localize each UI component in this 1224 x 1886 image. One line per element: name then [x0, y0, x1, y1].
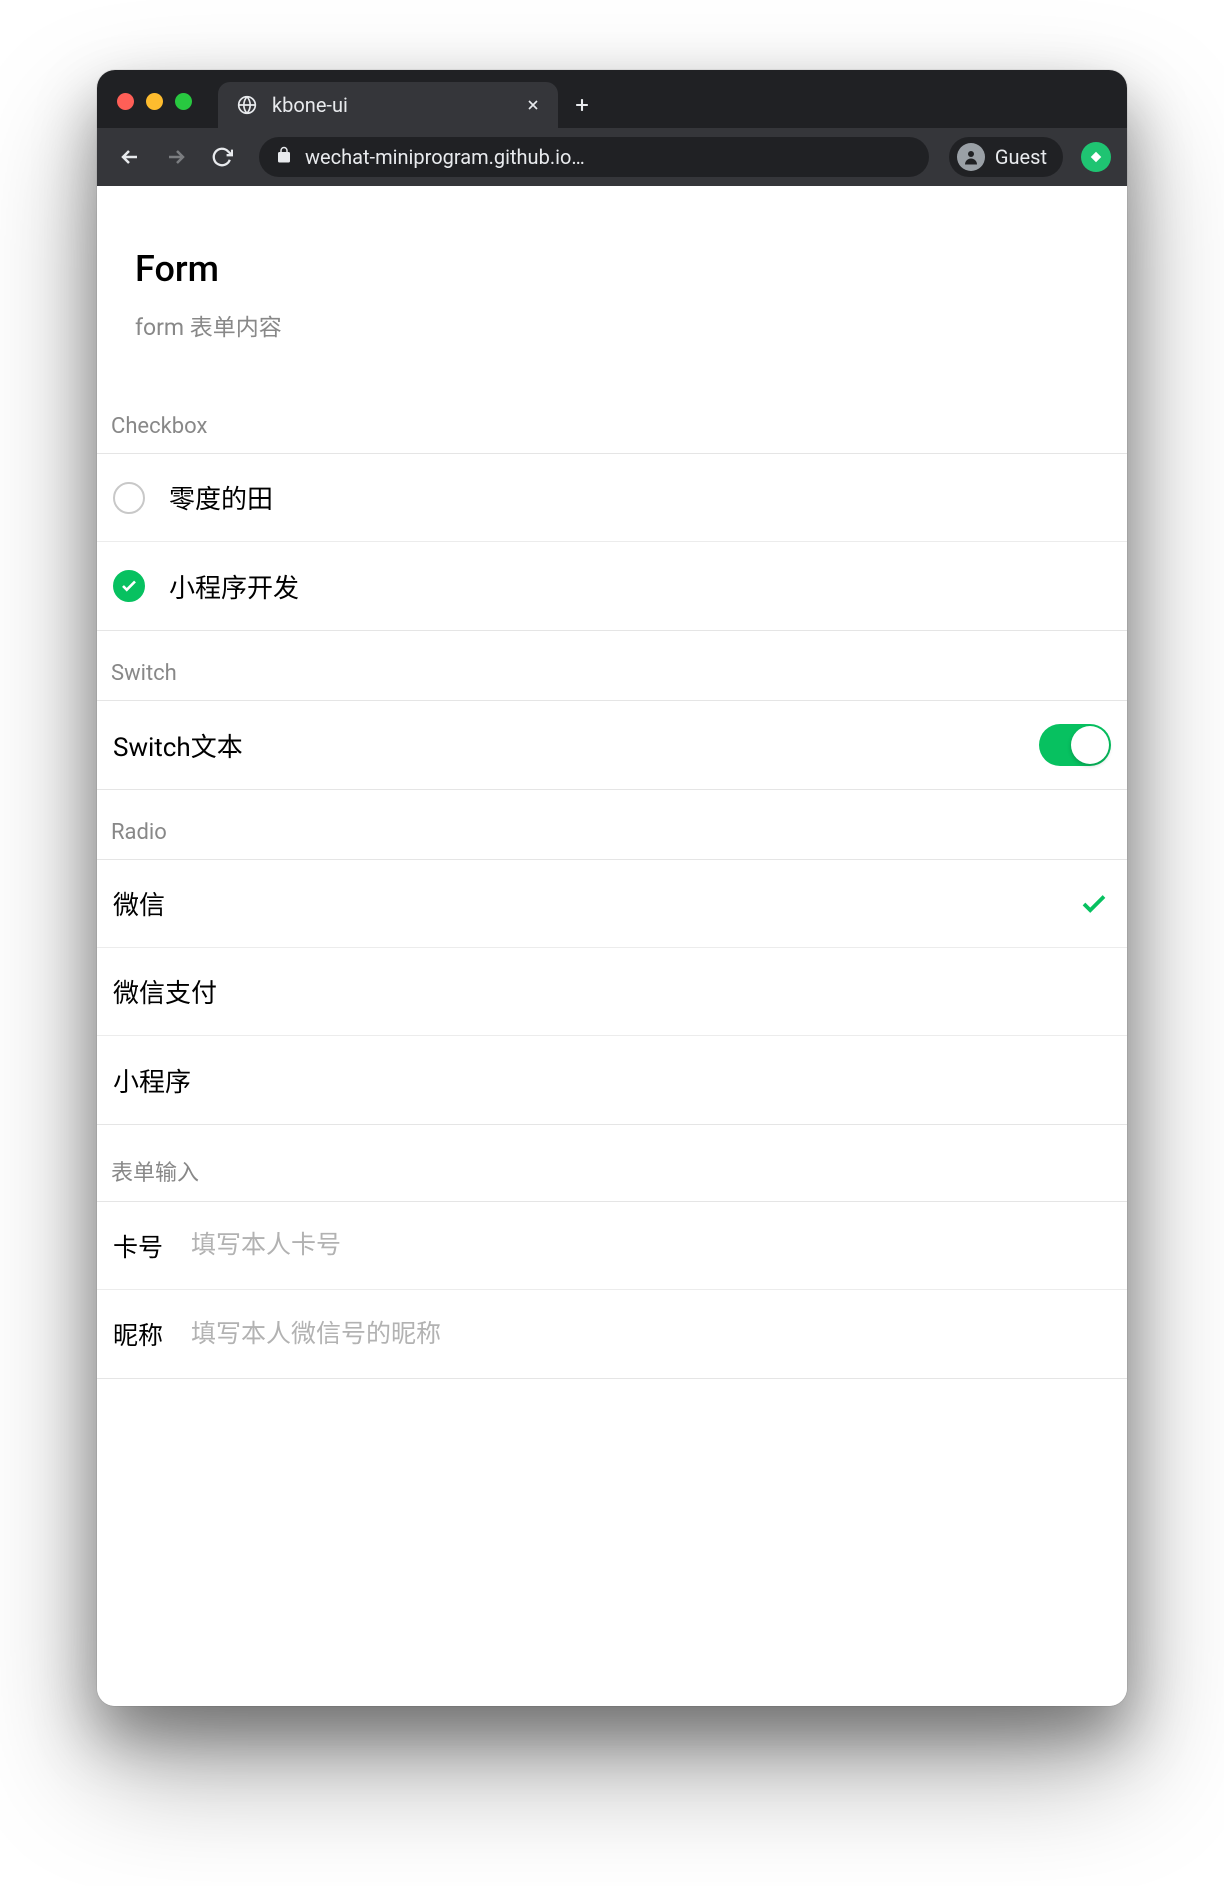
section-title-switch: Switch [97, 661, 1127, 700]
input-label: 昵称 [113, 1316, 191, 1352]
window-controls [97, 93, 192, 128]
page-title: Form [135, 248, 1089, 290]
checkbox-label: 小程序开发 [169, 568, 1111, 605]
section-title-radio: Radio [97, 820, 1127, 859]
browser-tab[interactable]: kbone-ui [218, 82, 558, 128]
radio-cell[interactable]: 微信支付 [97, 948, 1127, 1036]
minimize-window-icon[interactable] [146, 93, 163, 110]
forward-button[interactable] [159, 140, 193, 174]
person-icon [957, 143, 985, 171]
tab-title: kbone-ui [272, 93, 508, 117]
radio-group: 微信 微信支付 小程序 [97, 859, 1127, 1125]
globe-icon [236, 94, 258, 116]
checkbox-icon [113, 482, 145, 514]
radio-label: 微信支付 [113, 973, 1111, 1010]
reload-button[interactable] [205, 140, 239, 174]
switch-group: Switch文本 [97, 700, 1127, 790]
url-text: wechat-miniprogram.github.io… [305, 145, 585, 169]
radio-cell[interactable]: 微信 [97, 860, 1127, 948]
switch-label: Switch文本 [113, 727, 1039, 764]
new-tab-button[interactable] [558, 82, 606, 128]
page-header: Form form 表单内容 [97, 186, 1127, 414]
browser-toolbar: wechat-miniprogram.github.io… Guest [97, 128, 1127, 186]
lock-icon [275, 146, 293, 168]
page-subtitle: form 表单内容 [135, 308, 1089, 342]
address-bar[interactable]: wechat-miniprogram.github.io… [259, 137, 929, 177]
switch-knob-icon [1071, 726, 1109, 764]
page-content: Form form 表单内容 Checkbox 零度的田 小程序开发 Switc… [97, 186, 1127, 1706]
section-title-input: 表单输入 [97, 1155, 1127, 1201]
close-window-icon[interactable] [117, 93, 134, 110]
profile-label: Guest [995, 145, 1047, 169]
checkbox-label: 零度的田 [169, 479, 1111, 516]
browser-window: kbone-ui wechat-miniprogram.github.io… [97, 70, 1127, 1706]
check-icon [1077, 887, 1111, 921]
checkbox-cell[interactable]: 零度的田 [97, 454, 1127, 542]
input-label: 卡号 [113, 1228, 191, 1264]
close-tab-icon[interactable] [522, 94, 544, 116]
checkbox-cell[interactable]: 小程序开发 [97, 542, 1127, 630]
extension-badge-icon[interactable] [1081, 142, 1111, 172]
radio-cell[interactable]: 小程序 [97, 1036, 1127, 1124]
input-group: 卡号 昵称 [97, 1201, 1127, 1379]
switch-cell[interactable]: Switch文本 [97, 701, 1127, 789]
section-title-checkbox: Checkbox [97, 414, 1127, 453]
checkbox-group: 零度的田 小程序开发 [97, 453, 1127, 631]
titlebar: kbone-ui [97, 70, 1127, 128]
profile-chip[interactable]: Guest [949, 137, 1063, 177]
radio-label: 小程序 [113, 1062, 1111, 1099]
radio-label: 微信 [113, 885, 1077, 922]
maximize-window-icon[interactable] [175, 93, 192, 110]
switch-toggle[interactable] [1039, 724, 1111, 766]
checkbox-checked-icon [113, 570, 145, 602]
input-cell-nickname: 昵称 [97, 1290, 1127, 1378]
card-number-input[interactable] [191, 1231, 1111, 1260]
input-cell-card: 卡号 [97, 1202, 1127, 1290]
back-button[interactable] [113, 140, 147, 174]
nickname-input[interactable] [191, 1320, 1111, 1349]
